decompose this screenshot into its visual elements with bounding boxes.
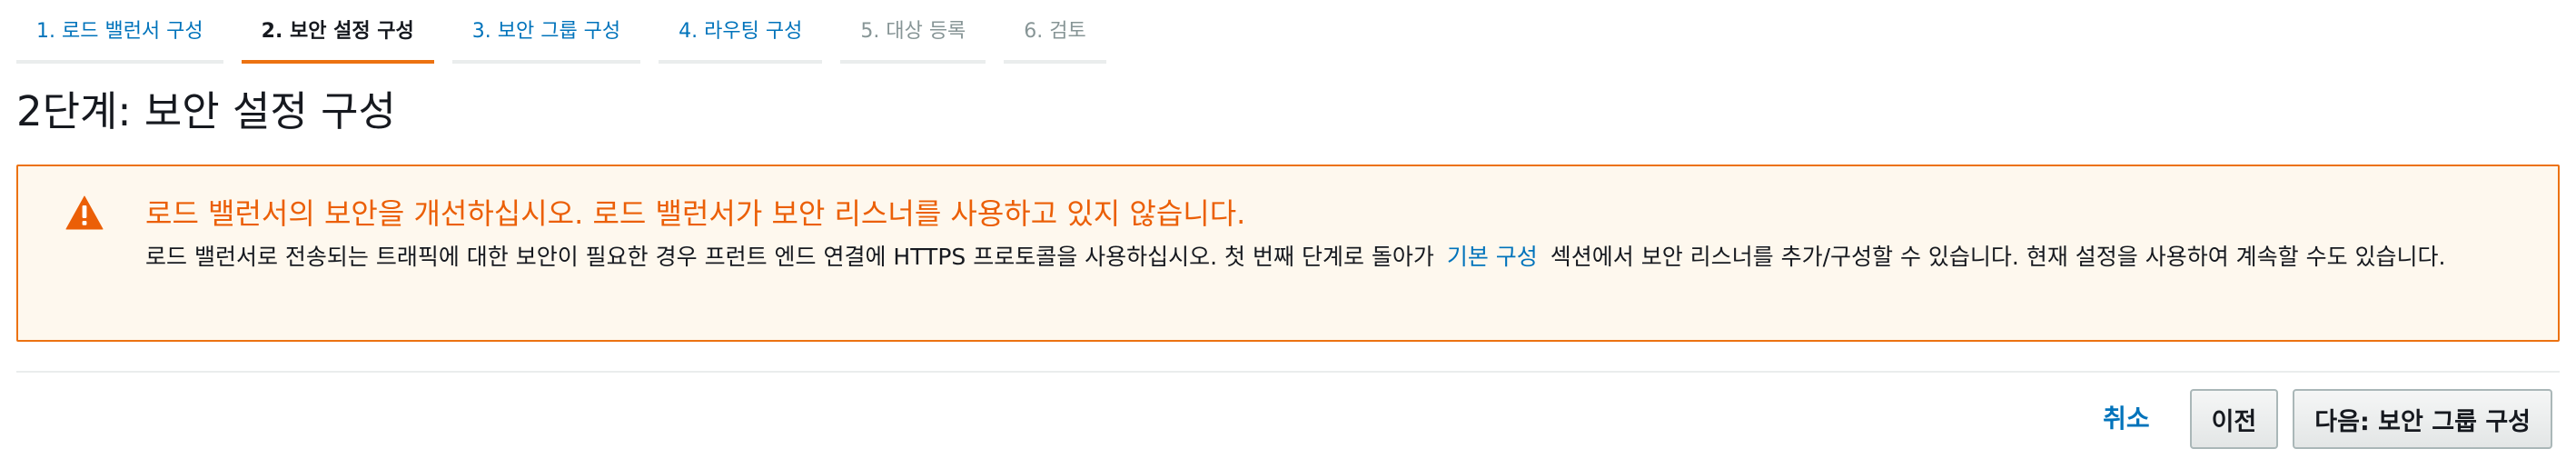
wizard-actions: 취소 이전 다음: 보안 그룹 구성: [2103, 389, 2552, 449]
alert-body-text: 로드 밸런서로 전송되는 트래픽에 대한 보안이 필요한 경우 프런트 엔드 연…: [145, 244, 1434, 270]
page-title: 2단계: 보안 설정 구성: [16, 87, 396, 135]
step-tab-5: 5. 대상 등록: [840, 0, 986, 64]
alert-title: 로드 밸런서의 보안을 개선하십시오. 로드 밸런서가 보안 리스너를 사용하고…: [145, 196, 1246, 231]
step-tab-6: 6. 검토: [1004, 0, 1107, 64]
warning-triangle-icon: [65, 195, 104, 230]
next-button[interactable]: 다음: 보안 그룹 구성: [2293, 389, 2552, 449]
previous-button[interactable]: 이전: [2189, 389, 2279, 449]
alert-body: 로드 밸런서로 전송되는 트래픽에 대한 보안이 필요한 경우 프런트 엔드 연…: [145, 238, 2525, 276]
step-tab-3[interactable]: 3. 보안 그룹 구성: [451, 0, 641, 64]
basic-config-link[interactable]: 기본 구성: [1442, 244, 1543, 270]
warning-alert: 로드 밸런서의 보안을 개선하십시오. 로드 밸런서가 보안 리스너를 사용하고…: [16, 165, 2560, 342]
footer-divider: [16, 371, 2560, 373]
wizard-steps: 1. 로드 밸런서 구성 2. 보안 설정 구성 3. 보안 그룹 구성 4. …: [16, 0, 1125, 64]
step-tab-4[interactable]: 4. 라우팅 구성: [659, 0, 823, 64]
step-tab-2: 2. 보안 설정 구성: [241, 0, 434, 64]
step-tab-1[interactable]: 1. 로드 밸런서 구성: [16, 0, 223, 64]
wizard-page: 1. 로드 밸런서 구성 2. 보안 설정 구성 3. 보안 그룹 구성 4. …: [0, 0, 2576, 469]
cancel-button[interactable]: 취소: [2103, 390, 2150, 448]
alert-body-text-end: 섹션에서 보안 리스너를 추가/구성할 수 있습니다. 현재 설정을 사용하여 …: [1550, 244, 2446, 270]
